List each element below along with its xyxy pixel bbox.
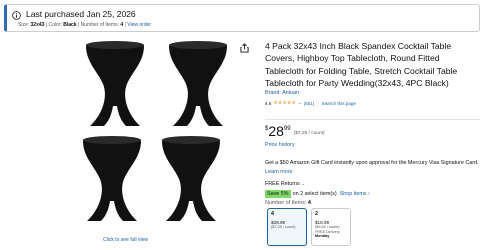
view-order-link[interactable]: View order (127, 22, 151, 28)
option-shipping-day: Monday (315, 234, 347, 238)
rating-value: 4.6 (265, 100, 272, 106)
chevron-down-icon[interactable]: ⌄ (298, 100, 302, 106)
price-whole: 28 (268, 123, 284, 139)
product-details: 4 Pack 32x43 Inch Black Spandex Cocktail… (265, 40, 480, 107)
color-value: Black (63, 22, 77, 28)
purchase-details: Size: 32x43 | Color: Black | Number of I… (18, 22, 151, 28)
divider (265, 119, 480, 120)
items-label-text: Number of Items: (265, 200, 308, 206)
size-value: 32x43 (30, 22, 45, 28)
half-star-icon: ★ (291, 100, 296, 107)
shop-items-link[interactable]: Shop items › (340, 191, 370, 197)
rating-count[interactable]: (551) (304, 101, 315, 106)
savings-row: Save 5% on 2 select item(s) Shop items › (265, 190, 370, 198)
price-history-link[interactable]: Price history (265, 142, 295, 148)
brand-link[interactable]: Brand: Antuan (265, 90, 480, 96)
price-fraction: 99 (283, 126, 291, 132)
tablecloth-image-2 (169, 41, 227, 126)
search-this-page-link[interactable]: Search this page (322, 101, 356, 106)
items-label: | Number of Items: (76, 22, 121, 28)
tablecloth-image-4 (162, 136, 220, 221)
option-count: 2 (315, 211, 318, 217)
share-icon[interactable] (240, 43, 249, 53)
color-label: | Color: (44, 22, 64, 28)
shipping-day: Monday (315, 234, 330, 238)
free-returns-label: FREE Returns (265, 181, 300, 187)
tablecloth-image-3 (83, 136, 141, 221)
option-2-items[interactable]: 2 $18.99 ($9.50 / count) FREE Delivery M… (311, 208, 351, 246)
star-rating[interactable]: ★ ★ ★ ★ ★ (273, 100, 295, 106)
rating-row: 4.6 ★ ★ ★ ★ ★ ⌄ (551) | Search this page (265, 99, 480, 107)
savings-text: on 2 select item(s) (292, 191, 337, 197)
number-of-items-label: Number of Items: 4 (265, 200, 311, 206)
free-returns[interactable]: FREE Returns ⌄ (265, 181, 305, 187)
learn-more-link[interactable]: Learn more (265, 169, 293, 175)
size-label: Size: (18, 22, 31, 28)
tablecloth-image-1 (86, 41, 144, 126)
gift-card-offer: Get a $50 Amazon Gift Card instantly upo… (265, 159, 480, 176)
product-image[interactable] (80, 40, 245, 235)
full-view-link[interactable]: Click to see full view (103, 237, 148, 243)
option-count: 4 (271, 211, 274, 217)
info-icon (12, 11, 21, 20)
items-label-value: 4 (307, 200, 311, 206)
option-4-items[interactable]: 4 $28.99 ($7.25 / count) (267, 208, 307, 246)
product-title: 4 Pack 32x43 Inch Black Spandex Cocktail… (265, 41, 458, 88)
option-per-unit: ($7.25 / count) (271, 225, 296, 230)
price-per-unit: ($7.25 / count) (293, 131, 325, 136)
save-badge: Save 5% (265, 190, 291, 198)
last-purchased-title: Last purchased Jan 25, 2026 (26, 9, 136, 19)
gift-card-text: Get a $50 Amazon Gift Card instantly upo… (265, 160, 479, 166)
divider: | (317, 100, 319, 106)
chevron-down-icon: ⌄ (301, 181, 306, 186)
last-purchased-banner: Last purchased Jan 25, 2026 Size: 32x43 … (4, 4, 480, 32)
price: $ 28 99 ($7.25 / count) (265, 124, 325, 138)
